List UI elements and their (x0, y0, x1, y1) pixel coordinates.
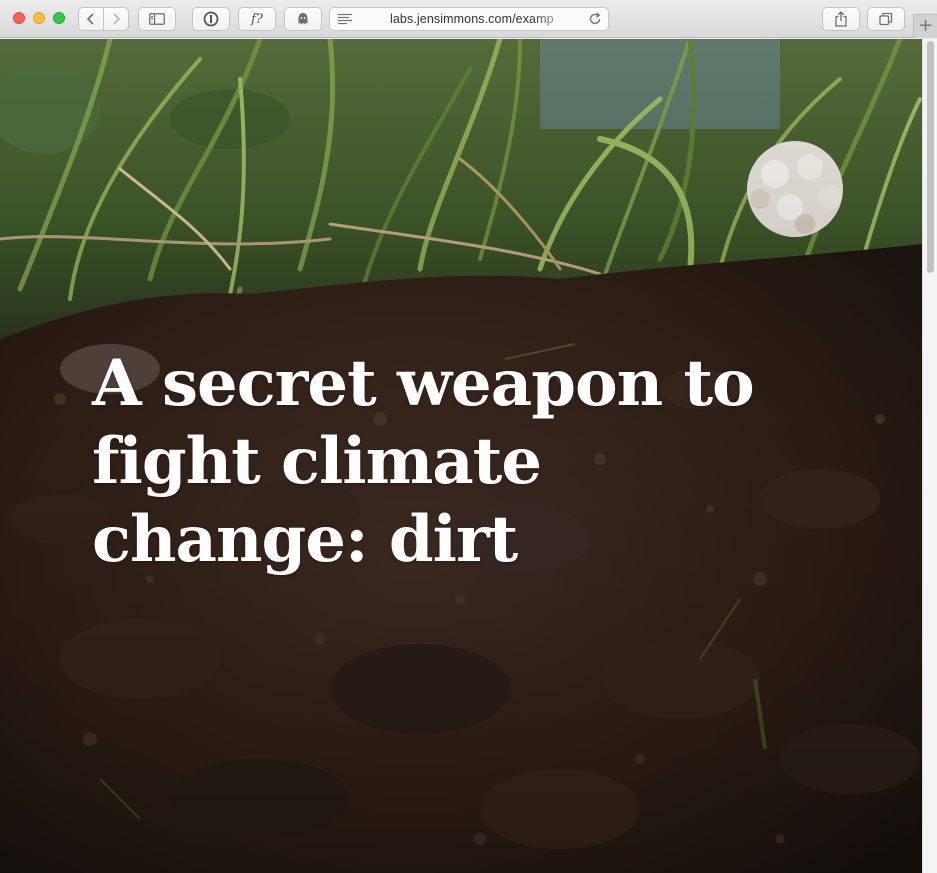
window-close-button[interactable] (13, 12, 25, 24)
chevron-right-icon (113, 13, 121, 25)
ghostery-button[interactable] (284, 7, 322, 31)
1password-icon (203, 11, 219, 27)
address-bar[interactable]: labs.jensimmons.com/examp (329, 7, 609, 31)
back-button[interactable] (78, 7, 104, 31)
vertical-scrollbar[interactable] (922, 39, 937, 873)
headline: A secret weapon to fight climate change:… (92, 346, 755, 577)
reload-icon[interactable] (588, 12, 602, 26)
font-inspector-button[interactable]: f? (238, 7, 276, 31)
sidebar-button[interactable] (138, 7, 176, 31)
tab-overview-icon (879, 12, 893, 26)
sidebar-icon (149, 13, 165, 25)
url-fade (530, 10, 580, 28)
forward-button[interactable] (103, 7, 129, 31)
share-button[interactable] (822, 7, 860, 31)
chevron-left-icon (86, 13, 94, 25)
ghostery-icon (298, 13, 308, 25)
font-inspector-label: f? (251, 11, 263, 27)
window-maximize-button[interactable] (53, 12, 65, 24)
new-tab-button[interactable]: + (913, 14, 937, 38)
page-viewport: A secret weapon to fight climate change:… (0, 39, 922, 873)
tab-overview-button[interactable] (867, 7, 905, 31)
share-icon (835, 11, 847, 27)
browser-toolbar: f? labs.jensimmons.com/examp + (0, 0, 937, 38)
window-minimize-button[interactable] (33, 12, 45, 24)
password-extension-button[interactable] (192, 7, 230, 31)
scrollbar-thumb[interactable] (927, 41, 934, 273)
reader-icon[interactable] (338, 13, 352, 25)
